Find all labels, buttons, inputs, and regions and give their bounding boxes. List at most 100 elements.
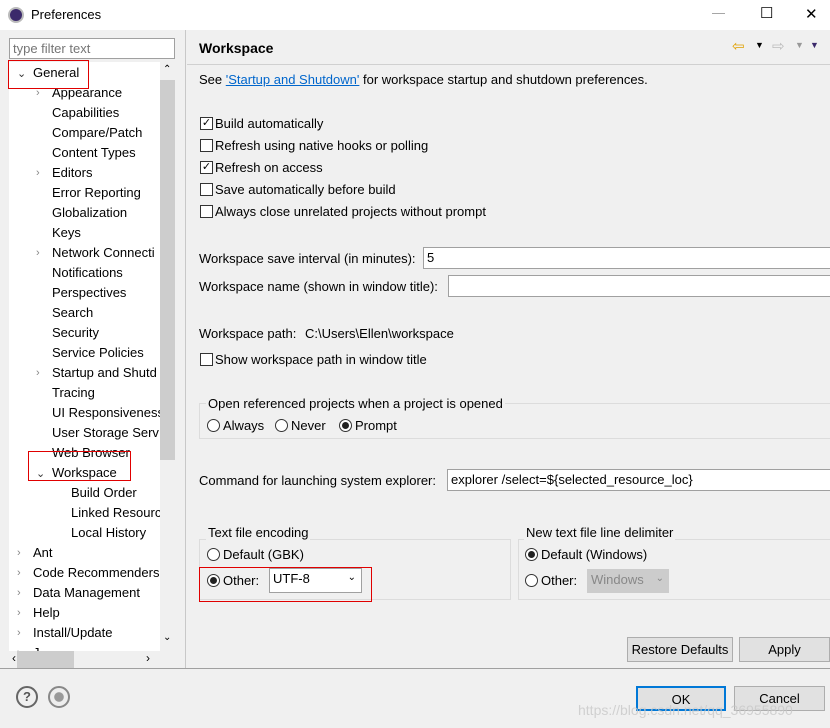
collapse-arrow-icon[interactable]: › [36, 167, 40, 179]
tree-item[interactable]: User Storage Serv [52, 423, 159, 443]
restore-defaults-button[interactable]: Restore Defaults [627, 637, 733, 662]
checkbox[interactable]: ✓ [200, 117, 213, 130]
view-menu-icon[interactable]: ▼ [810, 40, 819, 50]
workspace-path-value: C:\Users\Ellen\workspace [305, 326, 454, 341]
explorer-label: Command for launching system explorer: [199, 473, 436, 488]
tree-item[interactable]: Startup and Shutd [52, 363, 157, 383]
radio-always-label: Always [223, 418, 265, 433]
show-path-checkbox[interactable] [200, 353, 213, 366]
tree-item[interactable]: Error Reporting [52, 183, 141, 203]
tree-item[interactable]: Data Management [33, 583, 140, 603]
tree-item[interactable]: Tracing [52, 383, 95, 403]
tree-item[interactable]: Ant [33, 543, 53, 563]
radio-prompt-label: Prompt [355, 418, 397, 433]
tree-item[interactable]: Content Types [52, 143, 136, 163]
watermark: https://blog.csdn.net/qq_36955890 [578, 702, 793, 718]
page-header: Workspace ⇦ ▼ ⇨ ▼ ▼ [187, 30, 830, 65]
delimiter-default-label: Default (Windows) [541, 547, 648, 562]
tree-item[interactable]: J [33, 643, 40, 651]
highlight-general [8, 60, 89, 89]
tree-item[interactable]: Keys [52, 223, 81, 243]
workspace-name-input[interactable] [448, 275, 830, 297]
checkbox[interactable]: ✓ [200, 161, 213, 174]
filter-input[interactable] [9, 38, 175, 59]
delimiter-title: New text file line delimiter [524, 525, 676, 540]
open-referenced-title: Open referenced projects when a project … [206, 396, 505, 411]
tree-item[interactable]: Capabilities [52, 103, 119, 123]
scroll-thumb[interactable] [160, 80, 175, 460]
chevron-down-icon: ⌄ [655, 573, 664, 584]
collapse-arrow-icon[interactable]: › [36, 247, 40, 259]
tree-item[interactable]: UI Responsiveness [52, 403, 160, 423]
minimize-button[interactable]: — [712, 5, 725, 20]
tree-item[interactable]: Local History [71, 523, 146, 543]
intro-text: See 'Startup and Shutdown' for workspace… [199, 72, 648, 87]
collapse-arrow-icon[interactable]: › [17, 567, 21, 579]
collapse-arrow-icon[interactable]: › [17, 547, 21, 559]
checkbox-label: Refresh on access [215, 160, 323, 175]
checkbox[interactable] [200, 139, 213, 152]
help-icon[interactable]: ? [16, 686, 38, 708]
preference-tree: ⌄ General › Appearance Capabilities Compare/P… [9, 62, 160, 651]
tree-item[interactable]: Compare/Patch [52, 123, 142, 143]
delimiter-value: Windows [591, 572, 644, 587]
tree-item[interactable]: Code Recommenders [33, 563, 159, 583]
tree-item[interactable]: Search [52, 303, 93, 323]
tree-item[interactable]: Editors [52, 163, 92, 183]
tree-item[interactable]: Globalization [52, 203, 127, 223]
tree-item[interactable]: Network Connecti [52, 243, 155, 263]
page-title: Workspace [199, 40, 274, 56]
maximize-button[interactable]: ☐ [760, 4, 773, 22]
tree-horizontal-scrollbar[interactable]: ‹ › [9, 651, 160, 668]
tree-item[interactable]: Linked Resourc [71, 503, 160, 523]
delimiter-other-label: Other: [541, 573, 578, 588]
back-menu-icon[interactable]: ▼ [755, 40, 764, 50]
tree-item[interactable]: Service Policies [52, 343, 144, 363]
tree-item[interactable]: Security [52, 323, 99, 343]
explorer-command-input[interactable]: explorer /select=${selected_resource_loc… [447, 469, 830, 491]
scroll-left-icon[interactable]: ‹ [12, 651, 16, 665]
window-title: Preferences [31, 7, 102, 22]
encoding-title: Text file encoding [206, 525, 311, 540]
forward-icon[interactable]: ⇨ [772, 37, 785, 55]
scroll-up-icon[interactable]: ⌃ [163, 64, 171, 75]
footer-divider [0, 668, 830, 669]
checkbox-label: Refresh using native hooks or polling [215, 138, 429, 153]
save-interval-label: Workspace save interval (in minutes): [199, 251, 416, 266]
radio-prompt[interactable] [339, 419, 352, 432]
radio-never[interactable] [275, 419, 288, 432]
eclipse-icon [8, 7, 24, 23]
checkbox[interactable] [200, 183, 213, 196]
radio-always[interactable] [207, 419, 220, 432]
scroll-down-icon[interactable]: ⌄ [163, 632, 171, 643]
delimiter-select: Windows ⌄ [587, 569, 669, 593]
checkbox-label: Build automatically [215, 116, 324, 131]
collapse-arrow-icon[interactable]: › [36, 367, 40, 379]
scroll-thumb-h[interactable] [17, 651, 74, 668]
scroll-right-icon[interactable]: › [146, 651, 150, 665]
checkbox[interactable] [200, 205, 213, 218]
import-export-icon[interactable] [48, 686, 70, 708]
tree-vertical-scrollbar[interactable]: ⌃ ⌄ [160, 62, 175, 651]
delimiter-default-radio[interactable] [525, 548, 538, 561]
collapse-arrow-icon[interactable]: › [17, 587, 21, 599]
collapse-arrow-icon[interactable]: › [17, 627, 21, 639]
tree-item[interactable]: Notifications [52, 263, 123, 283]
encoding-default-radio[interactable] [207, 548, 220, 561]
apply-button[interactable]: Apply [739, 637, 830, 662]
tree-item[interactable]: Install/Update [33, 623, 113, 643]
encoding-default-label: Default (GBK) [223, 547, 304, 562]
close-button[interactable]: ✕ [805, 5, 818, 23]
startup-shutdown-link[interactable]: 'Startup and Shutdown' [226, 72, 360, 87]
collapse-arrow-icon[interactable]: › [17, 607, 21, 619]
tree-item[interactable]: Perspectives [52, 283, 126, 303]
show-path-label: Show workspace path in window title [215, 352, 427, 367]
save-interval-input[interactable]: 5 [423, 247, 830, 269]
tree-item[interactable]: Build Order [71, 483, 137, 503]
back-icon[interactable]: ⇦ [732, 37, 745, 55]
highlight-workspace [28, 451, 131, 481]
tree-item[interactable]: Help [33, 603, 60, 623]
checkbox-label: Always close unrelated projects without … [215, 204, 486, 219]
delimiter-other-radio[interactable] [525, 574, 538, 587]
forward-menu-icon[interactable]: ▼ [795, 40, 804, 50]
